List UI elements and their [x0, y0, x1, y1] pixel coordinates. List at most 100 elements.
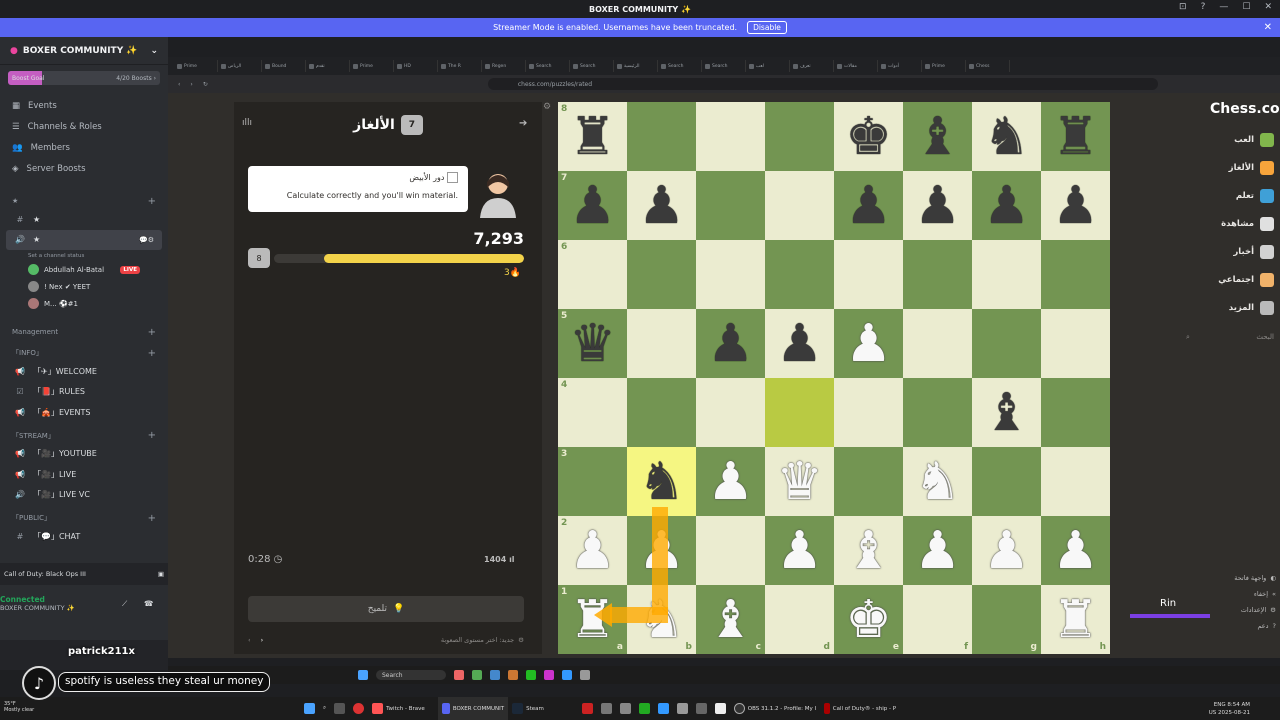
app-icon[interactable] [490, 670, 500, 680]
app-icon[interactable] [526, 670, 536, 680]
white-pawn-icon[interactable]: ♟ [569, 525, 616, 577]
square-a2[interactable]: 2 ♟ [558, 516, 627, 585]
browser-tab[interactable]: الرئيسية [614, 60, 658, 72]
square-f2[interactable]: ♟ [903, 516, 972, 585]
taskbar-icon[interactable] [711, 697, 730, 720]
square-g8[interactable]: ♞ [972, 102, 1041, 171]
square-h8[interactable]: ♜ [1041, 102, 1110, 171]
gear-icon[interactable]: ⚙ [518, 636, 524, 644]
square-e3[interactable] [834, 447, 903, 516]
chess-nav-item[interactable]: المزيد [1180, 294, 1280, 322]
square-a8[interactable]: 8 ♜ [558, 102, 627, 171]
activity-bar[interactable]: Call of Duty: Black Ops III ▣ [0, 563, 168, 585]
black-pawn-icon[interactable]: ♟ [914, 180, 961, 232]
chess-nav-item[interactable]: اجتماعي [1180, 266, 1280, 294]
square-f5[interactable] [903, 309, 972, 378]
square-b5[interactable] [627, 309, 696, 378]
browser-tab[interactable]: The R [438, 60, 482, 72]
square-a5[interactable]: 5 ♛ [558, 309, 627, 378]
square-h6[interactable] [1041, 240, 1110, 309]
app-icon[interactable] [562, 670, 572, 680]
white-knight-icon[interactable]: ♞ [914, 456, 961, 508]
square-c3[interactable]: ♟ [696, 447, 765, 516]
white-bishop-icon[interactable]: ♝ [845, 525, 892, 577]
browser-tab[interactable]: Prime [174, 60, 218, 72]
black-pawn-icon[interactable]: ♟ [983, 180, 1030, 232]
category-star[interactable]: ★ + [0, 193, 168, 209]
browser-tab[interactable]: لعب [746, 60, 790, 72]
reload-icon[interactable]: ↻ [203, 81, 208, 88]
black-king-icon[interactable]: ♚ [845, 111, 892, 163]
board-settings-icon[interactable]: ⚙ [543, 102, 551, 112]
noise-suppression-icon[interactable]: ⟋ [122, 599, 127, 609]
close-banner-icon[interactable]: ✕ [1264, 22, 1272, 33]
square-h7[interactable]: ♟ [1041, 171, 1110, 240]
hide-item[interactable]: إخفاء « [1210, 586, 1280, 602]
voice-channel-star[interactable]: 🔊 ★ 💬⚙ [6, 229, 162, 250]
square-b7[interactable]: ♟ [627, 171, 696, 240]
black-knight-icon[interactable]: ♞ [983, 111, 1030, 163]
channel-youtube[interactable]: 📢 「🎥」YOUTUBE [0, 444, 168, 465]
app-icon[interactable] [544, 670, 554, 680]
taskbar-app-cod[interactable]: Call of Duty® - ship - P [820, 697, 900, 720]
black-queen-icon[interactable]: ♛ [569, 318, 616, 370]
square-c5[interactable]: ♟ [696, 309, 765, 378]
white-pawn-icon[interactable]: ♟ [776, 525, 823, 577]
square-d8[interactable] [765, 102, 834, 171]
inbox-icon[interactable]: ⊡ [1179, 2, 1187, 12]
search-button[interactable]: ⌕ [319, 697, 330, 720]
square-g1[interactable]: g [972, 585, 1041, 654]
square-d2[interactable]: ♟ [765, 516, 834, 585]
square-h5[interactable] [1041, 309, 1110, 378]
white-pawn-icon[interactable]: ♟ [914, 525, 961, 577]
category-management[interactable]: Management + [0, 324, 168, 340]
square-a7[interactable]: 7 ♟ [558, 171, 627, 240]
square-e1[interactable]: e ♚ [834, 585, 903, 654]
difficulty-link[interactable]: جديد: اختر مستوى الصعوبة [441, 636, 514, 644]
taskbar-app-twitch[interactable]: Twitch - Brave [368, 697, 438, 720]
white-queen-icon[interactable]: ♛ [776, 456, 823, 508]
forward-icon[interactable]: › [190, 81, 192, 88]
maximize-icon[interactable]: ☐ [1242, 2, 1250, 12]
black-rook-icon[interactable]: ♜ [569, 111, 616, 163]
black-pawn-icon[interactable]: ♟ [776, 318, 823, 370]
black-bishop-icon[interactable]: ♝ [983, 387, 1030, 439]
white-rook-icon[interactable]: ♜ [1052, 594, 1099, 646]
square-a6[interactable]: 6 [558, 240, 627, 309]
browser-tab[interactable]: الرياض [218, 60, 262, 72]
channel-welcome[interactable]: 📢 「✈」WELCOME [0, 361, 168, 382]
channel-rules[interactable]: ☑ 「📕」RULES [0, 382, 168, 403]
app-icon[interactable] [508, 670, 518, 680]
browser-tab[interactable]: Prime [922, 60, 966, 72]
channel-chat[interactable]: # 「💬」CHAT [0, 526, 168, 547]
hint-button[interactable]: تلميح 💡 [248, 596, 524, 622]
square-h3[interactable] [1041, 447, 1110, 516]
voice-user[interactable]: Abdullah Al-Batal LIVE [0, 261, 168, 278]
black-pawn-icon[interactable]: ♟ [1052, 180, 1099, 232]
taskbar-app-steam[interactable]: Steam [508, 697, 578, 720]
square-b8[interactable] [627, 102, 696, 171]
taskbar-icon[interactable] [616, 697, 635, 720]
voice-channel-actions-icon[interactable]: 💬⚙ [139, 236, 154, 244]
square-c6[interactable] [696, 240, 765, 309]
support-item[interactable]: دعم? [1210, 618, 1280, 634]
black-pawn-icon[interactable]: ♟ [569, 180, 616, 232]
square-f8[interactable]: ♝ [903, 102, 972, 171]
chess-nav-item[interactable]: مشاهدة [1180, 210, 1280, 238]
system-tray[interactable]: ENG 8:54 AM US 2025-08-21 [1209, 701, 1280, 717]
white-bishop-icon[interactable]: ♝ [707, 594, 754, 646]
start-button[interactable] [300, 697, 319, 720]
square-c2[interactable] [696, 516, 765, 585]
voice-user[interactable]: ! Nex ✔ YEET [0, 278, 168, 295]
square-h4[interactable] [1041, 378, 1110, 447]
browser-tab[interactable]: Search [658, 60, 702, 72]
black-knight-icon[interactable]: ♞ [638, 456, 685, 508]
prev-icon[interactable]: ‹ [248, 636, 251, 644]
app-icon[interactable] [580, 670, 590, 680]
browser-tab[interactable]: تعرف [790, 60, 834, 72]
taskbar-app-discord[interactable]: BOXER COMMUNIT [438, 697, 509, 720]
disconnect-icon[interactable]: ☎ [144, 599, 153, 608]
taskbar-icon[interactable] [635, 697, 654, 720]
chess-nav-item[interactable]: العب [1180, 126, 1280, 154]
voice-user[interactable]: M... ⚽#1 [0, 295, 168, 312]
